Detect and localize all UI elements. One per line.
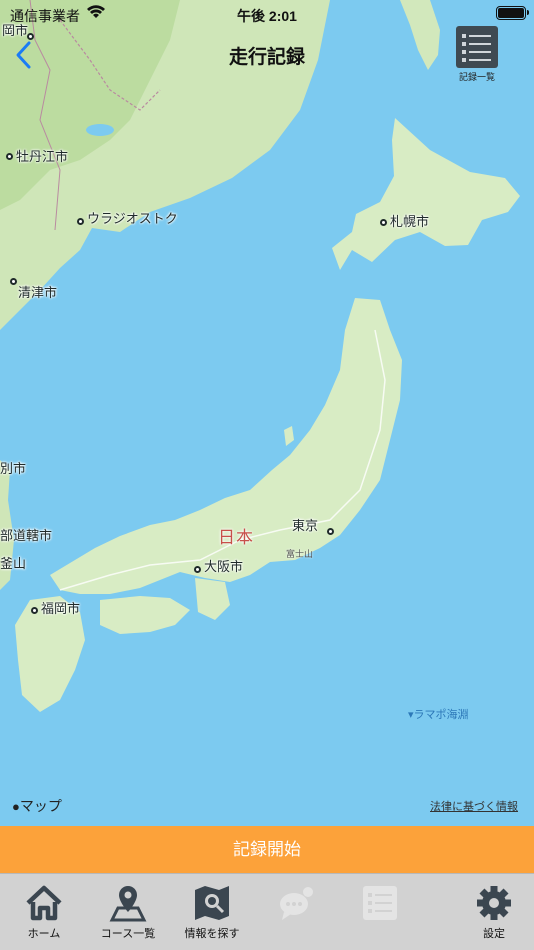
record-list-button[interactable]: 記録一覧	[454, 26, 500, 84]
city-label: ウラジオストク	[87, 211, 178, 226]
honshu-landmass	[50, 298, 402, 594]
mountain-label: 富士山	[286, 549, 314, 559]
city-dot	[194, 566, 201, 573]
city-dot	[31, 607, 38, 614]
map-search-icon	[195, 886, 229, 920]
city-label: 清津市	[18, 285, 58, 300]
tab-course-list[interactable]: コース一覧	[88, 884, 168, 941]
city-label: 福岡市	[41, 601, 81, 616]
list-icon	[363, 886, 397, 920]
tab-list-disabled[interactable]	[340, 884, 420, 925]
home-icon	[26, 885, 62, 921]
city-dot	[77, 218, 84, 225]
country-label: 日本	[218, 528, 254, 547]
city-label: 札幌市	[390, 214, 430, 229]
city-label: 東京	[292, 518, 319, 533]
gear-icon	[477, 886, 511, 920]
city-dot	[327, 528, 334, 535]
city-dot	[6, 153, 13, 160]
tab-bar: ホーム コース一覧 情報を探す 設定	[0, 873, 534, 950]
map-pin-icon	[109, 886, 147, 922]
map-view[interactable]: 岡市 牡丹江市 ウラジオストク 清津市 札幌市 別市 部道轄市 釜山 福岡市 大…	[0, 0, 534, 826]
apple-icon: ●	[12, 799, 20, 814]
tab-settings[interactable]: 設定	[454, 884, 534, 941]
city-label: 別市	[0, 461, 27, 476]
map-land-shapes	[0, 0, 520, 712]
city-dot	[380, 219, 387, 226]
sea-feature-label: ▾ラマポ海淵	[408, 709, 469, 721]
status-time: 午後 2:01	[237, 8, 297, 24]
tab-chat-disabled[interactable]	[256, 884, 336, 925]
chat-icon	[280, 887, 313, 920]
city-label: 牡丹江市	[16, 149, 69, 164]
hokkaido-landmass	[332, 118, 520, 270]
record-list-label: 記録一覧	[458, 72, 495, 82]
city-label: 大阪市	[204, 559, 244, 574]
legal-link[interactable]: 法律に基づく情報	[430, 798, 518, 814]
tab-home[interactable]: ホーム	[4, 884, 84, 941]
battery-icon	[496, 6, 529, 20]
list-icon	[456, 26, 498, 68]
tab-find-info[interactable]: 情報を探す	[172, 884, 252, 941]
city-dot	[27, 33, 34, 40]
status-bar: 通信事業者 午後 2:01	[0, 0, 534, 28]
start-recording-button[interactable]: 記録開始	[0, 826, 534, 873]
city-label: 部道轄市	[0, 528, 53, 543]
city-dot	[10, 278, 17, 285]
maps-logo: ●マップ	[12, 798, 62, 814]
city-label: 釜山	[0, 556, 27, 571]
